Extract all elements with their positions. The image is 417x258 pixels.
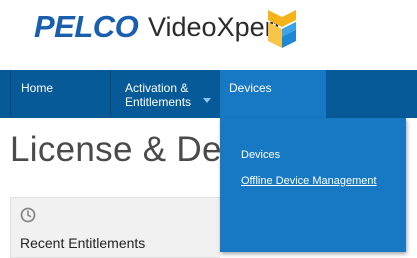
videoxpert-logo-icon [268, 10, 296, 48]
page-title: License & Del [10, 130, 230, 169]
product-name: VideoXpert [148, 12, 282, 42]
clock-icon [20, 207, 36, 223]
panel-title: Recent Entitlements [20, 235, 146, 251]
devices-dropdown-menu: Devices Offline Device Management [220, 118, 406, 252]
menu-item-devices[interactable]: Devices [241, 149, 280, 162]
nav-item-label: Activation & [125, 81, 189, 95]
nav-item-devices[interactable]: Devices [220, 70, 326, 118]
menu-item-offline-device-management[interactable]: Offline Device Management [241, 175, 377, 188]
nav-item-home[interactable]: Home [10, 70, 110, 118]
main-navbar: Home Activation & Entitlements Devices [0, 70, 417, 118]
app-header: PELCO VideoXpert [0, 0, 417, 70]
nav-item-label: Devices [229, 81, 272, 95]
nav-item-label: Home [21, 81, 54, 95]
nav-item-activation-entitlements[interactable]: Activation & Entitlements [110, 70, 220, 118]
pelco-logo[interactable]: PELCO [34, 10, 139, 44]
caret-down-icon [203, 98, 211, 103]
